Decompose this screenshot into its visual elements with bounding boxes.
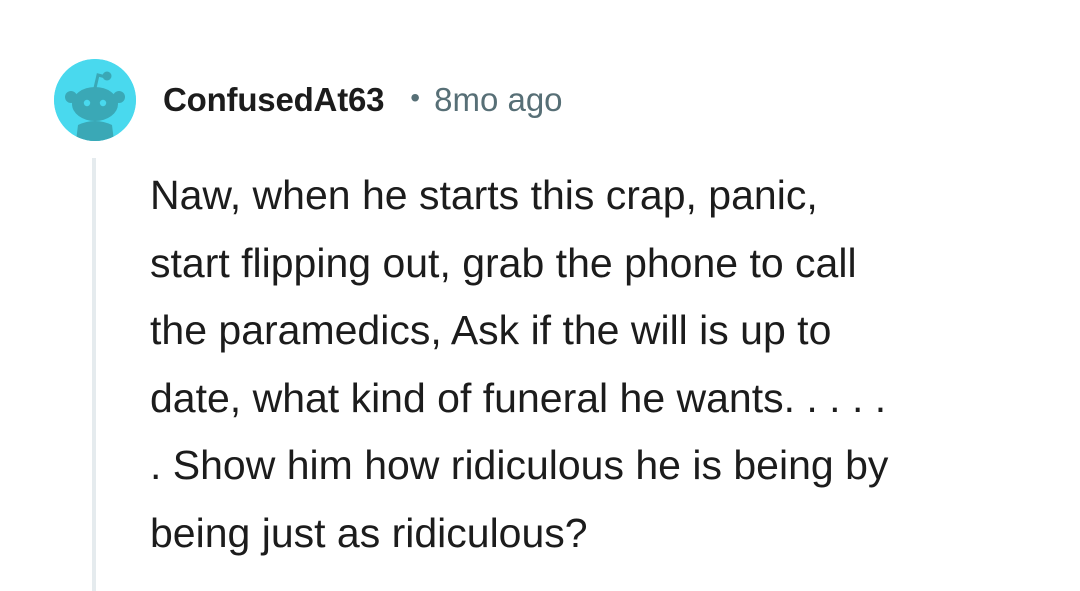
comment-body-line: being just as ridiculous? [150,509,588,556]
thread-line[interactable] [92,158,96,591]
username-link[interactable]: ConfusedAt63 [163,81,384,119]
comment-body-line: start flipping out, grab the phone to ca… [150,239,857,286]
comment-body-line: . Show him how ridiculous he is being by [150,442,889,488]
comment-body-line: date, what kind of funeral he wants. . .… [150,374,887,421]
comment: ConfusedAt63 • 8mo ago Naw, when he star… [0,0,1080,591]
comment-body-line: Naw, when he starts this crap, panic, [150,172,818,218]
meta-separator: • [410,82,421,113]
avatar[interactable] [54,59,136,141]
comment-body-line: the paramedics, Ask if the will is up to [150,307,832,353]
comment-body: Naw, when he starts this crap, panic, st… [150,162,1030,567]
snoo-avatar-icon [54,59,136,141]
comment-timestamp[interactable]: 8mo ago [434,81,562,119]
comment-header: ConfusedAt63 • 8mo ago [163,72,563,128]
